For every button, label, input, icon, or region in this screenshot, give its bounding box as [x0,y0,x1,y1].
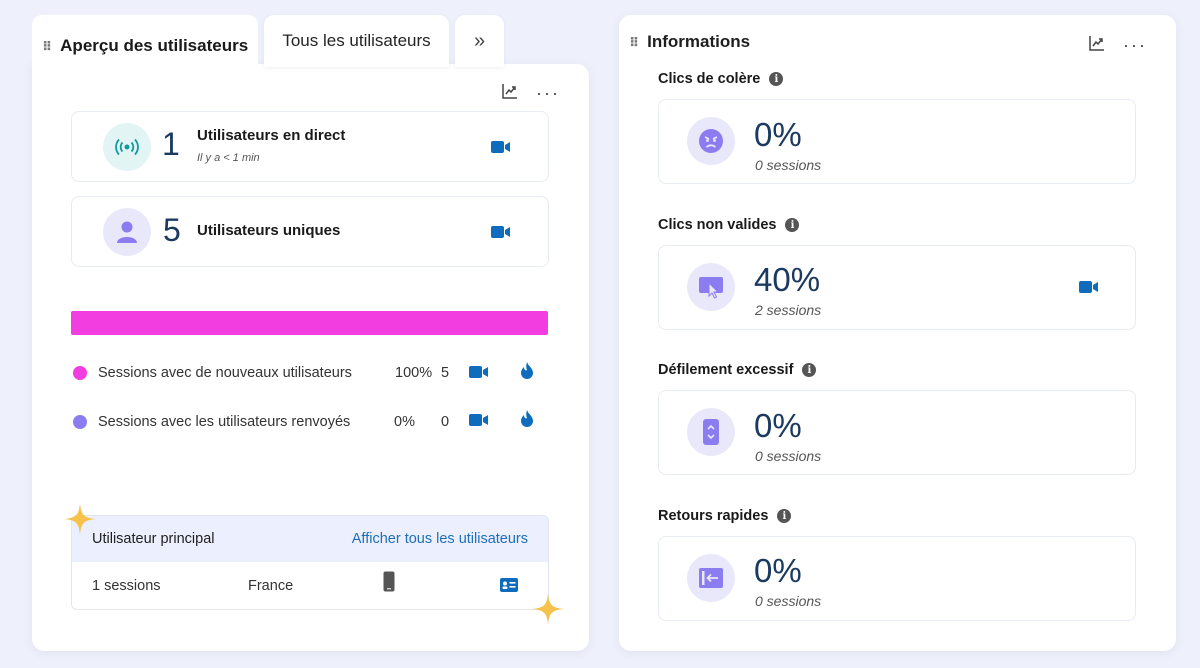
insight-title: Clics de colère [658,71,761,87]
user-card-icon[interactable] [500,578,518,592]
live-users-count: 1 [162,126,180,162]
insight-value: 0% [754,552,802,589]
tab-label: Tous les utilisateurs [282,31,431,50]
insight-title: Clics non valides [658,217,777,233]
double-chevron-icon: » [473,29,486,52]
sparkle-icon [532,593,564,625]
insight-sessions: 0 sessions [755,448,822,464]
insight-title: Défilement excessif [658,362,794,378]
top-user-sessions: 1 sessions [92,578,161,594]
invalid-click-icon [687,263,735,311]
more-options-icon[interactable]: ··· [536,84,560,102]
video-recording-icon[interactable] [469,365,489,379]
info-icon[interactable]: i [802,363,817,377]
legend-returning-users: Sessions avec les utilisateurs renvoyés [73,411,350,433]
legend-percent: 100% [395,365,433,381]
insight-value: 40% [754,261,821,298]
video-recording-icon[interactable] [1079,280,1099,294]
sparkle-icon [64,503,96,535]
insight-value: 0% [754,116,802,153]
top-user-country: France [248,578,294,594]
drag-handle-icon[interactable]: ⠿ [629,36,639,49]
video-recording-icon[interactable] [491,140,511,154]
insight-sessions: 0 sessions [755,157,822,173]
live-icon [103,123,151,171]
insight-sessions: 2 sessions [755,302,822,318]
heatmap-flame-icon[interactable] [519,409,535,428]
legend-percent: 0% [394,414,415,430]
tab-label: Aperçu des utilisateurs [60,36,249,55]
drag-handle-icon[interactable]: ⠿ [42,40,52,53]
legend-dot [73,415,87,429]
tab-users-overview[interactable]: ⠿ Aperçu des utilisateurs [32,15,258,77]
video-recording-icon[interactable] [491,225,511,239]
info-icon[interactable]: i [777,509,792,523]
heatmap-flame-icon[interactable] [519,361,535,380]
unique-users-label: Utilisateurs uniques [197,222,341,239]
legend-count: 5 [441,365,450,381]
insight-title-invalid-clicks: Clics non valides i [658,217,800,233]
tab-more-chevron[interactable]: » [455,15,504,67]
top-user-header: Utilisateur principal [92,531,215,547]
legend-count: 0 [441,414,450,430]
view-all-users-link[interactable]: Afficher tous les utilisateurs [352,531,528,547]
video-recording-icon[interactable] [469,413,489,427]
insight-title-quick-backs: Retours rapides i [658,508,792,524]
legend-new-users: Sessions avec de nouveaux utilisateurs [73,362,352,384]
insight-value: 0% [754,407,802,444]
top-user-table: Utilisateur principal Afficher tous les … [71,515,549,610]
legend-label: Sessions avec les utilisateurs renvoyés [98,414,351,430]
table-header: Utilisateur principal Afficher tous les … [72,516,548,562]
legend-dot [73,366,87,380]
live-users-label: Utilisateurs en direct [197,127,346,144]
insights-header: ⠿ Informations [629,32,750,52]
insight-sessions: 0 sessions [755,593,822,609]
insight-title-rage-clicks: Clics de colère i [658,71,784,87]
scroll-icon [687,408,735,456]
unique-users-count: 5 [163,212,181,248]
live-users-time: Il y a < 1 min [197,152,260,164]
insights-title: Informations [647,32,751,51]
sessions-distribution-bar [71,311,548,335]
info-icon[interactable]: i [769,72,784,86]
mobile-device-icon [383,571,395,592]
legend-label: Sessions avec de nouveaux utilisateurs [98,365,352,381]
tab-all-users[interactable]: Tous les utilisateurs [264,15,449,67]
insight-title: Retours rapides [658,508,769,524]
insight-title-excessive-scroll: Défilement excessif i [658,362,817,378]
chart-trend-icon[interactable] [1088,34,1106,52]
user-icon [103,208,151,256]
angry-face-icon [687,117,735,165]
more-options-icon[interactable]: ··· [1123,36,1147,54]
info-icon[interactable]: i [785,218,800,232]
quick-back-icon [687,554,735,602]
chart-trend-icon[interactable] [501,82,519,100]
